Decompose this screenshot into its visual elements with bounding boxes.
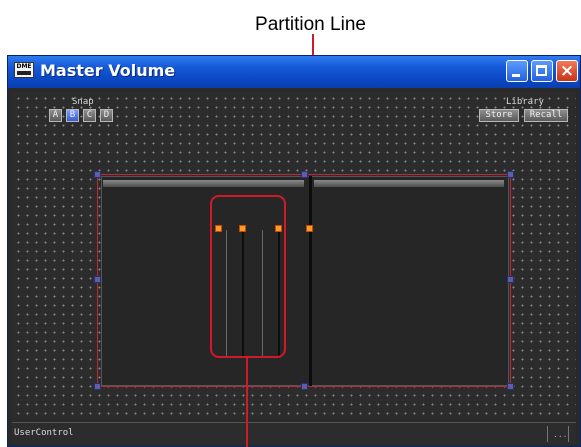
library-label: Library: [506, 97, 544, 107]
snap-button-c[interactable]: C: [83, 109, 96, 122]
resize-handle-bc[interactable]: [301, 383, 308, 390]
minimize-button[interactable]: [506, 60, 528, 82]
status-text: UserControl: [14, 428, 74, 438]
snap-button-b[interactable]: B: [66, 109, 79, 122]
resize-handle-br[interactable]: [507, 383, 514, 390]
resize-handle-tl[interactable]: [94, 171, 101, 178]
close-icon: ×: [559, 61, 575, 81]
group-callout-line: [246, 358, 248, 447]
store-button[interactable]: Store: [479, 109, 519, 122]
status-separator: [547, 426, 548, 442]
maximize-button[interactable]: [531, 60, 553, 82]
resize-handle-bl[interactable]: [94, 383, 101, 390]
status-bar: UserControl ...: [12, 422, 576, 444]
snap-button-d[interactable]: D: [100, 109, 113, 122]
snap-label: Snap: [72, 97, 94, 107]
resize-handle-tr[interactable]: [507, 171, 514, 178]
resize-handle-tc[interactable]: [301, 171, 308, 178]
partition-group-highlight: [210, 195, 286, 358]
minimize-icon: [512, 74, 520, 77]
resize-handle-mr[interactable]: [507, 276, 514, 283]
status-separator: [568, 426, 569, 442]
selection-frame[interactable]: [97, 174, 511, 387]
snap-button-a[interactable]: A: [49, 109, 62, 122]
recall-button[interactable]: Recall: [524, 109, 568, 122]
partition-line-annotation: Partition Line: [255, 14, 366, 35]
close-button[interactable]: ×: [556, 60, 578, 82]
maximize-icon: [536, 65, 547, 76]
dme-app-icon: DME: [14, 62, 34, 78]
status-more-icon: ...: [553, 430, 568, 439]
resize-handle-ml[interactable]: [94, 276, 101, 283]
title-bar[interactable]: DME Master Volume ×: [8, 56, 580, 88]
partition-handle[interactable]: [306, 225, 313, 232]
window-title: Master Volume: [40, 61, 176, 80]
